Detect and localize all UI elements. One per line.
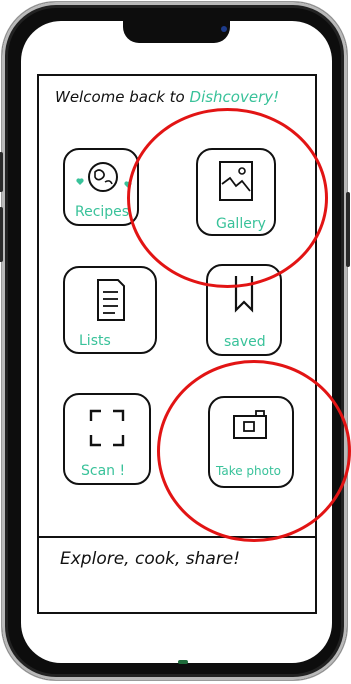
scan-frame-icon xyxy=(89,409,125,447)
front-camera xyxy=(221,26,227,32)
highlight-circle-take-photo xyxy=(157,360,351,542)
scan-label: Scan ! xyxy=(81,463,126,479)
side-button xyxy=(346,192,350,267)
lists-label: Lists xyxy=(79,333,111,349)
highlight-circle-gallery xyxy=(127,108,328,288)
side-button xyxy=(0,207,3,262)
recipes-label: Recipes xyxy=(75,204,130,220)
side-button xyxy=(0,152,3,192)
document-icon xyxy=(97,279,125,321)
lists-button[interactable]: Lists xyxy=(63,266,157,354)
tagline: Explore, cook, share! xyxy=(60,549,241,569)
brand-name: Dishcovery! xyxy=(189,88,280,106)
notch xyxy=(123,21,230,43)
welcome-heading: Welcome back to Dishcovery! xyxy=(55,88,279,106)
home-indicator xyxy=(178,660,188,664)
saved-label: saved xyxy=(224,334,266,350)
scan-button[interactable]: Scan ! xyxy=(63,393,151,485)
welcome-text: Welcome back to xyxy=(55,88,185,106)
